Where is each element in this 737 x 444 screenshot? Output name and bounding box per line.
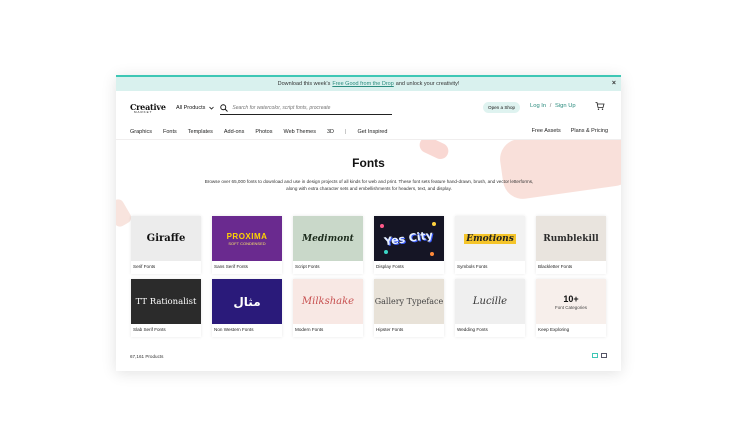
category-thumbnail: TT Rationalist	[131, 279, 201, 324]
category-thumbnail: Gallery Typeface	[374, 279, 444, 324]
page-title: Fonts	[352, 156, 385, 170]
auth-separator: /	[549, 103, 552, 109]
category-card-script[interactable]: Medimont Script Fonts	[293, 216, 363, 274]
logo[interactable]: Creative MARKET	[130, 103, 168, 114]
category-card-slab-serif[interactable]: TT Rationalist Slab Serif Fonts	[131, 279, 201, 337]
thumbnail-sample-text: مثال	[233, 294, 261, 309]
main-nav: Graphics Fonts Templates Add-ons Photos …	[116, 125, 621, 139]
view-toggle	[592, 353, 607, 358]
category-count: 10+	[563, 293, 579, 304]
category-thumbnail: Lucille	[455, 279, 525, 324]
search-input[interactable]	[232, 104, 383, 111]
chevron-down-icon	[209, 106, 215, 110]
category-thumbnail: PROXIMA SOFT CONDENSED	[212, 216, 282, 261]
category-thumbnail: مثال	[212, 279, 282, 324]
page-description: Browse over 65,000 fonts to download and…	[204, 179, 534, 191]
category-card-hipster[interactable]: Gallery Typeface Hipster Fonts	[374, 279, 444, 337]
nav-item-add-ons[interactable]: Add-ons	[224, 129, 245, 135]
category-label: Blackletter Fonts	[538, 264, 573, 269]
category-thumbnail: Rumblekill	[536, 216, 606, 261]
close-icon[interactable]: ×	[612, 80, 616, 87]
category-card-keep-exploring[interactable]: 10+ Font Categories Keep Exploring	[536, 279, 606, 337]
search-icon	[220, 103, 229, 112]
thumbnail-sample-text: Lucille	[472, 296, 508, 307]
site-header: Creative MARKET All Products Open a Shop…	[116, 91, 621, 125]
product-count: 67,161 Products	[130, 354, 164, 359]
category-card-non-western[interactable]: مثال Non Western Fonts	[212, 279, 282, 337]
category-thumbnail: Yes City	[374, 216, 444, 261]
thumbnail-sample-text: Yes City	[383, 228, 435, 249]
nav-item-free-assets[interactable]: Free Assets	[532, 128, 561, 134]
thumbnail-sample-text: Milkshake	[301, 296, 355, 307]
decorative-dot	[430, 252, 434, 256]
nav-item-photos[interactable]: Photos	[255, 129, 272, 135]
nav-item-plans-pricing[interactable]: Plans & Pricing	[571, 128, 608, 134]
decorative-brush-stroke	[497, 140, 621, 202]
decorative-dot	[432, 222, 436, 226]
all-products-dropdown[interactable]: All Products	[176, 105, 215, 111]
category-label: Script Fonts	[295, 264, 320, 269]
announcement-link[interactable]: Free Good from the Drop	[332, 81, 393, 87]
open-shop-button[interactable]: Open a Shop	[483, 102, 521, 113]
category-label: Keep Exploring	[538, 327, 570, 332]
category-label: Hipster Fonts	[376, 327, 404, 332]
nav-item-templates[interactable]: Templates	[188, 129, 213, 135]
list-view-icon[interactable]	[601, 353, 607, 358]
announcement-prefix: Download this week's	[277, 81, 331, 87]
category-card-sans-serif[interactable]: PROXIMA SOFT CONDENSED Sans Serif Fonts	[212, 216, 282, 274]
thumbnail-sample-text: PROXIMA	[226, 231, 268, 241]
nav-item-web-themes[interactable]: Web Themes	[283, 129, 316, 135]
category-thumbnail: Medimont	[293, 216, 363, 261]
category-label: Sans Serif Fonts	[214, 264, 248, 269]
nav-right: Free Assets Plans & Pricing	[532, 128, 608, 134]
announcement-suffix: and unlock your creativity!	[395, 81, 460, 87]
announcement-bar: Download this week's Free Good from the …	[116, 75, 621, 91]
thumbnail-sample-text: Medimont	[302, 233, 354, 244]
nav-item-3d[interactable]: 3D	[327, 129, 334, 135]
category-thumbnail: 10+ Font Categories	[536, 279, 606, 324]
search-bar[interactable]	[220, 101, 393, 115]
grid-view-icon[interactable]	[592, 353, 598, 358]
category-count-label: Font Categories	[554, 304, 588, 310]
category-label: Serif Fonts	[133, 264, 156, 269]
nav-divider: |	[345, 129, 347, 135]
thumbnail-sample-subtext: SOFT CONDENSED	[228, 240, 266, 246]
nav-item-graphics[interactable]: Graphics	[130, 129, 152, 135]
nav-item-get-inspired[interactable]: Get Inspired	[357, 129, 387, 135]
cart-icon[interactable]	[595, 101, 605, 111]
login-link[interactable]: Log In	[530, 103, 546, 109]
category-thumbnail: Milkshake	[293, 279, 363, 324]
category-label: Slab Serif Fonts	[133, 327, 166, 332]
signup-link[interactable]: Sign Up	[555, 103, 576, 109]
decorative-dot	[380, 224, 384, 228]
category-card-modern[interactable]: Milkshake Modern Fonts	[293, 279, 363, 337]
category-thumbnail: Emotions	[455, 216, 525, 261]
browser-window: Download this week's Free Good from the …	[116, 75, 621, 371]
category-thumbnail: Giraffe	[131, 216, 201, 261]
all-products-label: All Products	[176, 105, 206, 111]
fonts-hero: Fonts Browse over 65,000 fonts to downlo…	[116, 139, 621, 361]
thumbnail-sample-text: Gallery Typeface	[374, 297, 444, 306]
category-label: Display Fonts	[376, 264, 404, 269]
category-card-symbols[interactable]: Emotions Symbols Fonts	[455, 216, 525, 274]
thumbnail-sample-text: Emotions	[464, 233, 516, 244]
thumbnail-sample-text: TT Rationalist	[135, 296, 197, 307]
category-label: Wedding Fonts	[457, 327, 488, 332]
category-grid: Giraffe Serif Fonts PROXIMA SOFT CONDENS…	[131, 216, 607, 337]
category-label: Modern Fonts	[295, 327, 324, 332]
category-card-display[interactable]: Yes City Display Fonts	[374, 216, 444, 274]
category-card-serif[interactable]: Giraffe Serif Fonts	[131, 216, 201, 274]
auth-links: Log In / Sign Up	[530, 103, 576, 109]
thumbnail-sample-text: Rumblekill	[543, 233, 599, 244]
decorative-dot	[384, 250, 388, 254]
category-card-blackletter[interactable]: Rumblekill Blackletter Fonts	[536, 216, 606, 274]
nav-item-fonts[interactable]: Fonts	[163, 129, 177, 135]
category-label: Non Western Fonts	[214, 327, 254, 332]
category-label: Symbols Fonts	[457, 264, 488, 269]
category-card-wedding[interactable]: Lucille Wedding Fonts	[455, 279, 525, 337]
thumbnail-sample-text: Giraffe	[146, 233, 186, 244]
